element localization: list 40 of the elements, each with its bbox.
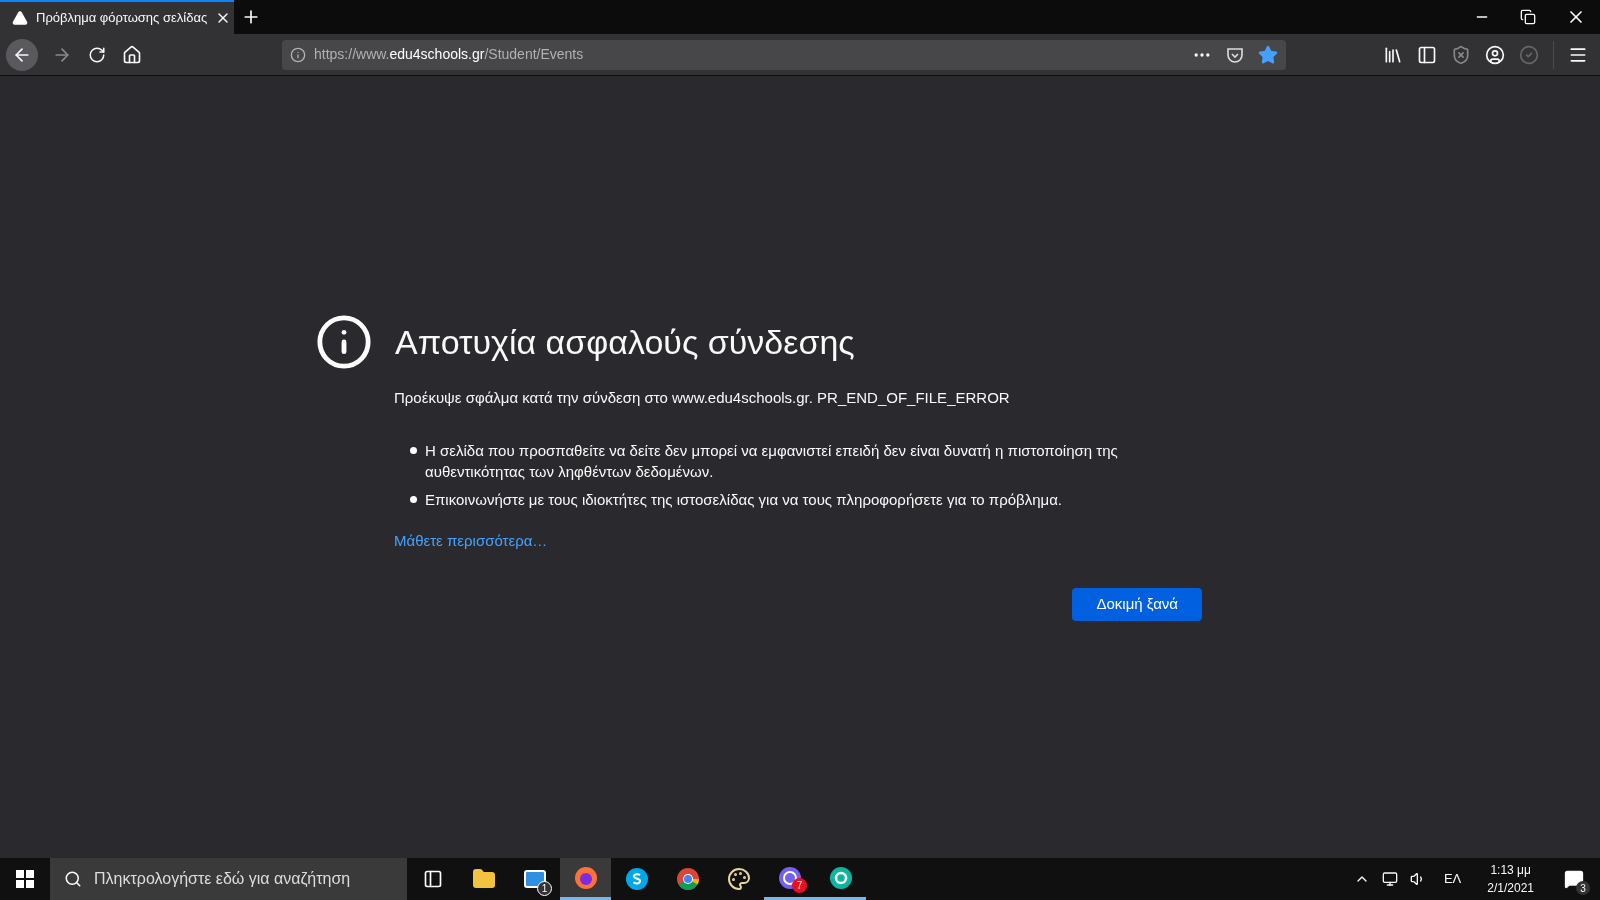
sidebar-icon[interactable]: [1417, 44, 1437, 65]
info-icon: [290, 46, 306, 63]
folder-icon: [471, 867, 496, 891]
address-bar[interactable]: https://www.edu4schools.gr/Student/Events: [282, 39, 1286, 70]
search-field[interactable]: Πληκτρολογήστε εδώ για αναζήτηση: [50, 858, 407, 900]
bullet-text: Επικοινωνήστε με τους ιδιοκτήτες της ιστοσελίδας για να τους πληροφορήσετε για το πρόβλημα.: [425, 489, 1064, 510]
check-circle-icon[interactable]: [1519, 44, 1539, 65]
retry-button[interactable]: Δοκιμή ξανά: [1072, 588, 1202, 621]
chat-logo-icon: [624, 867, 649, 891]
error-message: Προέκυψε σφάλμα κατά την σύνδεση στο www.edu4schools.gr. PR_END_OF_FILE_ERROR: [394, 388, 1011, 408]
taskbar-app[interactable]: 7: [764, 858, 815, 900]
browser-logo-icon: [573, 865, 598, 890]
home-icon[interactable]: [122, 44, 142, 65]
shield-icon[interactable]: [1451, 44, 1471, 65]
reload-icon[interactable]: [88, 45, 106, 64]
bullet-text: Η σελίδα που προσπαθείτε να δείτε δεν μπορεί να εμφανιστεί επειδή δεν είναι δυνατή η πιστοποίηση της αυθεντικότητας των ληφθέντων δεδομένων.: [425, 440, 1119, 482]
network-icon[interactable]: [1381, 871, 1398, 887]
language-indicator[interactable]: ΕΛ: [1437, 869, 1468, 889]
url-text: https://www.edu4schools.gr/Student/Events: [314, 45, 584, 64]
badge: 1: [537, 881, 552, 896]
clock[interactable]: 1:13 μμ 2/1/2021: [1479, 861, 1542, 897]
bookmark-star-icon[interactable]: [1258, 44, 1278, 65]
account-icon[interactable]: [1485, 44, 1505, 65]
warning-icon: [12, 10, 28, 26]
tab-title: Πρόβλημα φόρτωσης σελίδας: [36, 9, 208, 28]
info-circle-icon: [315, 313, 373, 371]
badge: 7: [792, 878, 807, 893]
browser-tab[interactable]: Πρόβλημα φόρτωσης σελίδας: [0, 0, 234, 34]
pocket-icon[interactable]: [1226, 45, 1244, 64]
windows-logo-icon[interactable]: [16, 870, 34, 888]
notifications-button[interactable]: 3: [1554, 859, 1594, 899]
learn-more-link[interactable]: Μάθετε περισσότερα…: [394, 529, 548, 552]
restore-icon[interactable]: [1520, 9, 1536, 25]
back-button[interactable]: [6, 38, 38, 71]
browser-wheel-icon: [675, 867, 700, 891]
task-view-icon: [422, 869, 443, 889]
badge: 3: [1576, 881, 1590, 895]
taskbar-app[interactable]: 1: [509, 858, 560, 900]
palette-icon: [726, 867, 751, 891]
error-title: Αποτυχία ασφαλούς σύνδεσης: [395, 321, 855, 363]
